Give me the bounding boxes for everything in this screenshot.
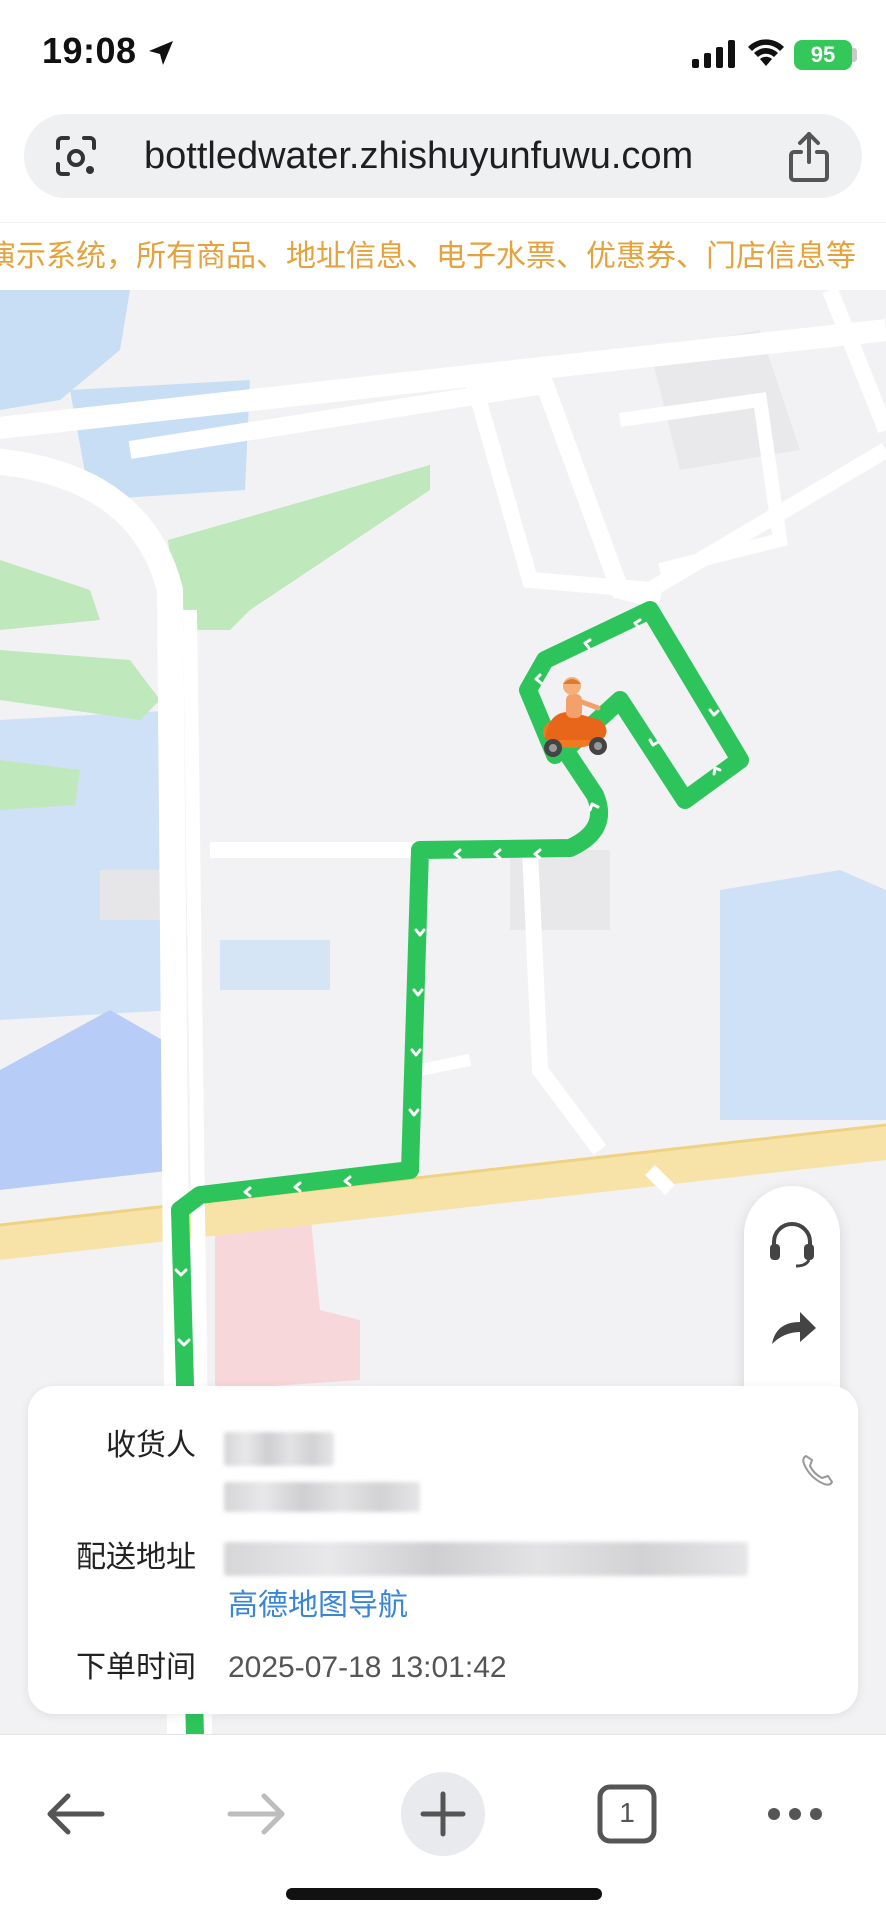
share-arrow-icon[interactable] bbox=[762, 1298, 822, 1358]
battery-indicator: 95 bbox=[794, 40, 852, 70]
location-arrow-icon bbox=[149, 41, 173, 65]
phone-icon[interactable] bbox=[798, 1450, 838, 1490]
battery-cap bbox=[852, 48, 857, 62]
cellular-signal-icon bbox=[692, 40, 735, 68]
recipient-name-redacted bbox=[224, 1432, 334, 1466]
google-lens-icon[interactable] bbox=[52, 132, 100, 180]
amap-navigation-link[interactable]: 高德地图导航 bbox=[228, 1586, 408, 1626]
marquee-text: 演示系统，所有商品、地址信息、电子水票、优惠券、门店信息等 bbox=[0, 239, 856, 274]
tab-count: 1 bbox=[619, 1797, 635, 1828]
new-tab-plus-icon[interactable] bbox=[400, 1771, 486, 1857]
home-indicator bbox=[286, 1888, 602, 1900]
recipient-phone-redacted bbox=[224, 1482, 420, 1512]
recipient-label: 收货人 bbox=[106, 1428, 196, 1463]
back-arrow-icon[interactable] bbox=[32, 1771, 118, 1857]
address-label: 配送地址 bbox=[76, 1540, 196, 1575]
headset-icon[interactable] bbox=[762, 1212, 822, 1272]
forward-arrow-icon[interactable] bbox=[214, 1771, 300, 1857]
notice-marquee: 演示系统，所有商品、地址信息、电子水票、优惠券、门店信息等 bbox=[0, 222, 886, 290]
tab-switcher-button[interactable]: 1 bbox=[584, 1771, 670, 1857]
order-time-label: 下单时间 bbox=[76, 1650, 196, 1685]
address-bar[interactable]: bottledwater.zhishuyunfuwu.com bbox=[24, 114, 862, 198]
wifi-icon bbox=[748, 39, 784, 66]
order-time-value: 2025-07-18 13:01:42 bbox=[228, 1651, 507, 1684]
address-redacted bbox=[224, 1542, 748, 1576]
more-menu-icon[interactable] bbox=[752, 1771, 838, 1857]
status-time: 19:08 bbox=[42, 30, 137, 71]
url-text[interactable]: bottledwater.zhishuyunfuwu.com bbox=[144, 132, 693, 180]
order-info-card: 收货人 配送地址 高德地图导航 下单时间 2025-07-18 13:01:42 bbox=[28, 1386, 858, 1714]
share-icon[interactable] bbox=[784, 130, 834, 184]
status-bar: 19:08 95 bbox=[0, 0, 886, 110]
